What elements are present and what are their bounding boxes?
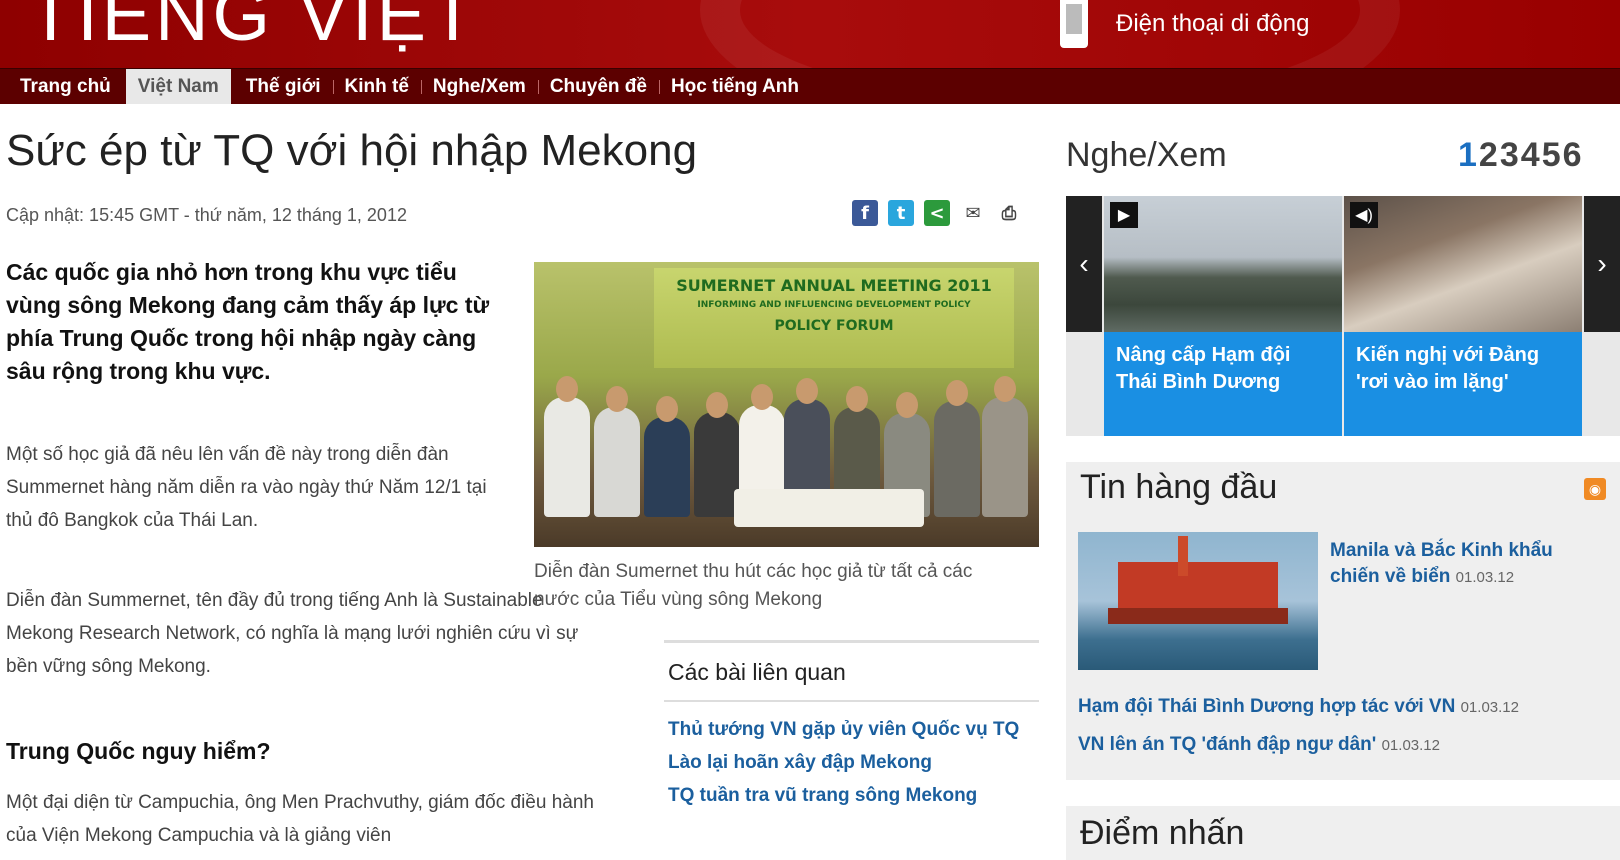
twitter-icon[interactable]: t <box>888 200 914 226</box>
site-title[interactable]: TIẾNG VIỆT <box>28 0 479 57</box>
media-page-2[interactable]: 2 <box>1479 136 1500 174</box>
photo-head <box>896 392 918 418</box>
photo-person <box>544 397 590 517</box>
slide-caption: Nâng cấp Hạm đội Thái Bình Dương <box>1104 332 1342 436</box>
photo-banner-title: SUMERNET ANNUAL MEETING 2011 <box>676 276 992 295</box>
top-stories-heading: Tin hàng đầu <box>1080 468 1278 506</box>
mobile-link[interactable]: Điện thoại di động <box>1060 0 1309 48</box>
photo-person <box>934 401 980 517</box>
media-slide[interactable]: ◀) Kiến nghị với Đảng 'rơi vào im lặng' <box>1344 196 1582 436</box>
top-story-date: 01.03.12 <box>1381 737 1440 754</box>
email-icon[interactable]: ✉ <box>960 200 986 226</box>
media-slide[interactable]: ▶ Nâng cấp Hạm đội Thái Bình Dương <box>1104 196 1342 436</box>
carousel-prev-icon[interactable]: ‹ <box>1066 196 1102 332</box>
top-story-lead-title: Manila và Bắc Kinh khẩu chiến về biển <box>1330 540 1553 587</box>
nav-item-economy[interactable]: Kinh tế <box>332 69 421 104</box>
facebook-icon[interactable]: f <box>852 200 878 226</box>
share-toolbar: f t < ✉ ⎙ <box>852 200 1022 226</box>
carousel-next-icon[interactable]: › <box>1584 196 1620 332</box>
related-articles: Các bài liên quan Thủ tướng VN gặp ủy vi… <box>664 640 1039 809</box>
photo-head <box>846 386 868 412</box>
photo-head <box>994 376 1016 402</box>
media-page-3[interactable]: 3 <box>1500 136 1521 174</box>
photo-head <box>796 378 818 404</box>
photo-head <box>946 380 968 406</box>
photo-head <box>656 396 678 422</box>
article-subheading: Trung Quốc nguy hiểm? <box>6 738 271 764</box>
article-lede: Các quốc gia nhỏ hơn trong khu vực tiểu … <box>6 259 490 384</box>
top-story-title: VN lên án TQ 'đánh đập ngư dân' <box>1078 734 1377 755</box>
oil-rig-deck <box>1108 608 1288 624</box>
media-page-6[interactable]: 6 <box>1563 136 1584 174</box>
main-nav: Trang chủ Việt Nam Thế giới Kinh tế Nghe… <box>0 68 1620 104</box>
rss-icon[interactable]: ◉ <box>1584 478 1606 500</box>
media-page-5[interactable]: 5 <box>1542 136 1563 174</box>
top-story-item[interactable]: Hạm đội Thái Bình Dương hợp tác với VN 0… <box>1078 696 1519 718</box>
media-page-4[interactable]: 4 <box>1521 136 1542 174</box>
nav-item-features[interactable]: Chuyên đề <box>537 69 659 104</box>
nav-item-learn-english[interactable]: Học tiếng Anh <box>658 69 811 104</box>
play-icon: ▶ <box>1110 202 1138 228</box>
article-paragraph: Một đại diện từ Campuchia, ông Men Prach… <box>6 792 594 846</box>
related-heading: Các bài liên quan <box>664 643 1039 702</box>
related-link[interactable]: Lào lại hoãn xây đập Mekong <box>664 749 1039 776</box>
top-story-date: 01.03.12 <box>1460 699 1519 716</box>
mobile-phone-icon <box>1060 0 1088 48</box>
photo-head <box>606 386 628 412</box>
related-link[interactable]: Thủ tướng VN gặp ủy viên Quốc vụ TQ <box>664 716 1039 743</box>
nav-item-home[interactable]: Trang chủ <box>8 69 123 104</box>
photo-head <box>706 392 728 418</box>
photo-head <box>751 384 773 410</box>
media-page-1[interactable]: 1 <box>1458 136 1479 174</box>
photo-person <box>982 397 1028 517</box>
mobile-link-label: Điện thoại di động <box>1116 10 1310 37</box>
photo-banner-subtitle: INFORMING AND INFLUENCING DEVELOPMENT PO… <box>697 300 971 310</box>
photo-head <box>556 376 578 402</box>
top-story-lead-date: 01.03.12 <box>1455 569 1515 586</box>
photo-people <box>534 342 1039 547</box>
photo-person <box>644 417 690 517</box>
highlights-heading: Điểm nhấn <box>1080 814 1245 852</box>
related-link[interactable]: TQ tuần tra vũ trang sông Mekong <box>664 782 1039 809</box>
article-photo: SUMERNET ANNUAL MEETING 2011 INFORMING A… <box>534 262 1039 547</box>
nav-item-media[interactable]: Nghe/Xem <box>420 69 538 104</box>
media-heading: Nghe/Xem <box>1066 136 1227 174</box>
media-pagination: 123456 <box>1458 136 1584 175</box>
media-carousel: ‹ ▶ Nâng cấp Hạm đội Thái Bình Dương ◀) … <box>1066 196 1620 436</box>
top-story-image[interactable] <box>1078 532 1318 670</box>
nav-item-vietnam[interactable]: Việt Nam <box>125 69 231 104</box>
slide-thumbnail: ◀) <box>1344 196 1582 332</box>
slide-caption: Kiến nghị với Đảng 'rơi vào im lặng' <box>1344 332 1582 436</box>
top-story-lead[interactable]: Manila và Bắc Kinh khẩu chiến về biển 01… <box>1330 538 1606 591</box>
top-story-item[interactable]: VN lên án TQ 'đánh đập ngư dân' 01.03.12 <box>1078 734 1440 756</box>
article-paragraph: Diễn đàn Summernet, tên đầy đủ trong tiế… <box>6 590 579 677</box>
highlights: Điểm nhấn <box>1066 806 1620 860</box>
article-paragraph: Một số học giả đã nêu lên vấn đề này tro… <box>6 444 487 531</box>
photo-banner-forum: POLICY FORUM <box>774 318 894 334</box>
share-icon[interactable]: < <box>924 200 950 226</box>
oil-rig-tower <box>1178 536 1188 576</box>
masthead: TIẾNG VIỆT Điện thoại di động <box>0 0 1620 68</box>
photo-person <box>594 407 640 517</box>
photo-caption: Diễn đàn Sumernet thu hút các học giả từ… <box>534 561 973 610</box>
audio-icon: ◀) <box>1350 202 1378 228</box>
top-story-title: Hạm đội Thái Bình Dương hợp tác với VN <box>1078 696 1456 717</box>
article-updated-time: Cập nhật: 15:45 GMT - thứ năm, 12 tháng … <box>6 205 407 225</box>
print-icon[interactable]: ⎙ <box>996 200 1022 226</box>
photo-table <box>734 489 924 527</box>
slide-thumbnail: ▶ <box>1104 196 1342 332</box>
nav-item-world[interactable]: Thế giới <box>234 69 333 104</box>
top-stories: Tin hàng đầu ◉ Manila và Bắc Kinh khẩu c… <box>1066 462 1620 780</box>
article-title: Sức ép từ TQ với hội nhập Mekong <box>6 126 698 175</box>
